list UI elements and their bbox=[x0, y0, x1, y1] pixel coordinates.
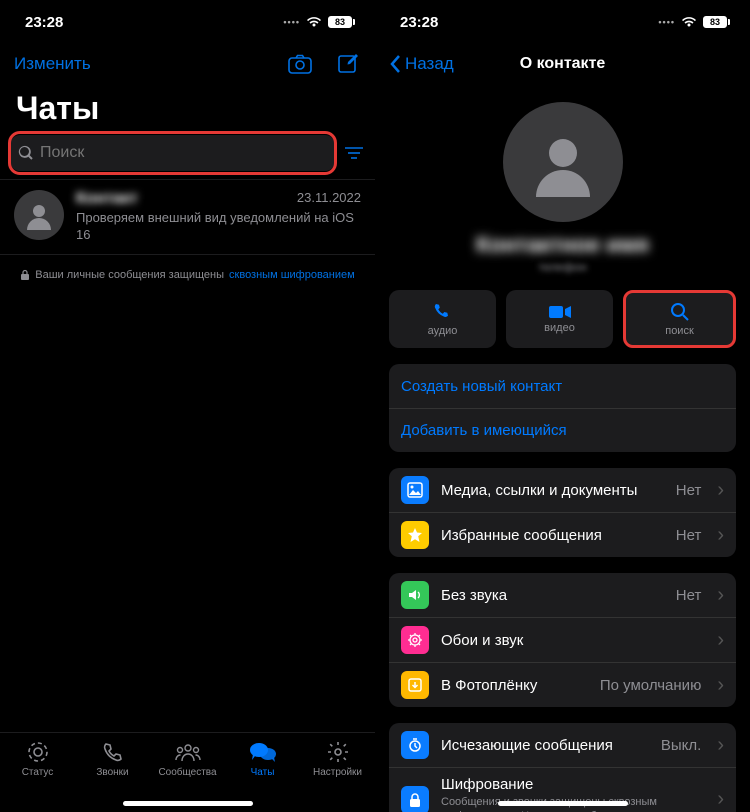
save-photo-row[interactable]: В ФотоплёнкуПо умолчанию bbox=[389, 662, 736, 707]
camera-icon[interactable] bbox=[287, 51, 313, 77]
battery-icon: 83 bbox=[703, 16, 730, 28]
wifi-icon bbox=[681, 16, 697, 28]
chat-preview: Проверяем внешний вид уведомлений на iOS… bbox=[76, 210, 361, 244]
starred-row[interactable]: Избранные сообщенияНет bbox=[389, 512, 736, 557]
speaker-icon bbox=[401, 581, 429, 609]
tab-settings[interactable]: Настройки bbox=[303, 739, 373, 778]
avatar bbox=[14, 190, 64, 240]
media-row[interactable]: Медиа, ссылки и документыНет bbox=[389, 468, 736, 512]
cell-signal: •••• bbox=[283, 17, 300, 27]
home-indicator[interactable] bbox=[123, 801, 253, 806]
lock-icon bbox=[20, 269, 30, 281]
audio-call-button[interactable]: аудио bbox=[389, 290, 496, 348]
action-buttons: аудио видео поиск bbox=[375, 290, 750, 364]
wallpaper-row[interactable]: Обои и звук bbox=[389, 617, 736, 662]
video-call-button[interactable]: видео bbox=[506, 290, 613, 348]
compose-icon[interactable] bbox=[335, 51, 361, 77]
battery-icon: 83 bbox=[328, 16, 355, 28]
tab-calls[interactable]: Звонки bbox=[78, 739, 148, 778]
chats-screen: 23:28 •••• 83 Изменить Чаты bbox=[0, 0, 375, 812]
contact-info-screen: 23:28 •••• 83 Назад О контакте Контактно… bbox=[375, 0, 750, 812]
video-icon bbox=[549, 305, 571, 319]
clock: 23:28 bbox=[25, 14, 63, 31]
nav-bar: Изменить bbox=[0, 44, 375, 88]
media-icon bbox=[401, 476, 429, 504]
contact-name: Контактное имя bbox=[375, 232, 750, 260]
search-input-container[interactable] bbox=[10, 135, 335, 171]
search-icon bbox=[670, 302, 690, 322]
back-button[interactable]: Назад bbox=[389, 54, 454, 74]
add-to-existing[interactable]: Добавить в имеющийся bbox=[389, 408, 736, 452]
chevron-left-icon bbox=[389, 54, 401, 74]
chat-date: 23.11.2022 bbox=[297, 190, 361, 208]
edit-button[interactable]: Изменить bbox=[14, 54, 91, 74]
star-icon bbox=[401, 521, 429, 549]
settings-list: Без звукаНет Обои и звук В ФотоплёнкуПо … bbox=[389, 573, 736, 707]
chat-row[interactable]: Контакт 23.11.2022 Проверяем внешний вид… bbox=[0, 179, 375, 255]
tab-status[interactable]: Статус bbox=[3, 739, 73, 778]
disappearing-row[interactable]: Исчезающие сообщенияВыкл. bbox=[389, 723, 736, 767]
nav-title: О контакте bbox=[520, 55, 606, 73]
privacy-list: Исчезающие сообщенияВыкл. Шифрование Соо… bbox=[389, 723, 736, 812]
chat-name: Контакт bbox=[76, 190, 138, 208]
clock: 23:28 bbox=[400, 14, 438, 31]
wifi-icon bbox=[306, 16, 322, 28]
search-icon bbox=[18, 145, 34, 161]
contact-phone: телефон bbox=[375, 260, 750, 274]
mute-row[interactable]: Без звукаНет bbox=[389, 573, 736, 617]
encryption-link[interactable]: сквозным шифрованием bbox=[229, 269, 355, 281]
phone-icon bbox=[433, 302, 453, 322]
page-title: Чаты bbox=[0, 88, 375, 135]
create-new-contact[interactable]: Создать новый контакт bbox=[389, 364, 736, 408]
filter-icon[interactable] bbox=[343, 146, 365, 160]
status-bar: 23:28 •••• 83 bbox=[375, 0, 750, 44]
tab-communities[interactable]: Сообщества bbox=[153, 739, 223, 778]
timer-icon bbox=[401, 731, 429, 759]
save-icon bbox=[401, 671, 429, 699]
media-list: Медиа, ссылки и документыНет Избранные с… bbox=[389, 468, 736, 557]
tab-bar: Статус Звонки Сообщества Чаты Настройки bbox=[0, 732, 375, 812]
encryption-note: Ваши личные сообщения защищены сквозным … bbox=[0, 255, 375, 295]
search-in-chat-button[interactable]: поиск bbox=[623, 290, 736, 348]
search-row bbox=[0, 135, 375, 179]
lock-icon bbox=[401, 786, 429, 812]
nav-bar: Назад О контакте bbox=[375, 44, 750, 88]
home-indicator[interactable] bbox=[498, 801, 628, 806]
create-contact-list: Создать новый контакт Добавить в имеющий… bbox=[389, 364, 736, 452]
cell-signal: •••• bbox=[658, 17, 675, 27]
search-input[interactable] bbox=[40, 144, 327, 162]
tab-chats[interactable]: Чаты bbox=[228, 739, 298, 778]
wallpaper-icon bbox=[401, 626, 429, 654]
status-bar: 23:28 •••• 83 bbox=[0, 0, 375, 44]
contact-avatar[interactable] bbox=[503, 102, 623, 222]
